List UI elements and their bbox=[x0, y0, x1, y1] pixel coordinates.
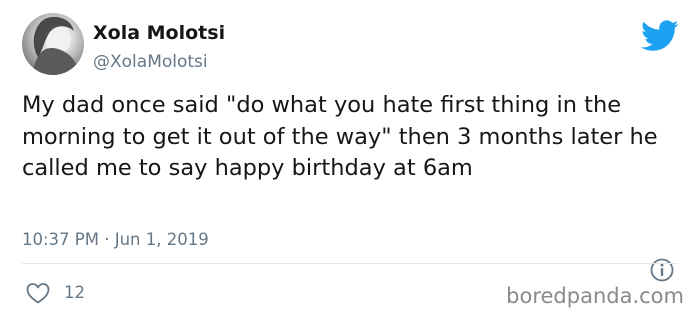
watermark: boredpanda.com bbox=[506, 284, 684, 308]
user-handle[interactable]: @XolaMolotsi bbox=[93, 52, 208, 72]
like-count: 12 bbox=[64, 283, 85, 302]
avatar[interactable] bbox=[22, 13, 84, 75]
divider bbox=[22, 263, 678, 264]
heart-icon[interactable] bbox=[25, 281, 51, 305]
tweet-timestamp[interactable]: 10:37 PM · Jun 1, 2019 bbox=[22, 230, 209, 249]
tweet-text: My dad once said "do what you hate first… bbox=[22, 92, 658, 181]
display-name[interactable]: Xola Molotsi bbox=[93, 22, 225, 44]
info-icon[interactable] bbox=[649, 257, 675, 283]
twitter-bird-icon[interactable] bbox=[641, 20, 679, 52]
